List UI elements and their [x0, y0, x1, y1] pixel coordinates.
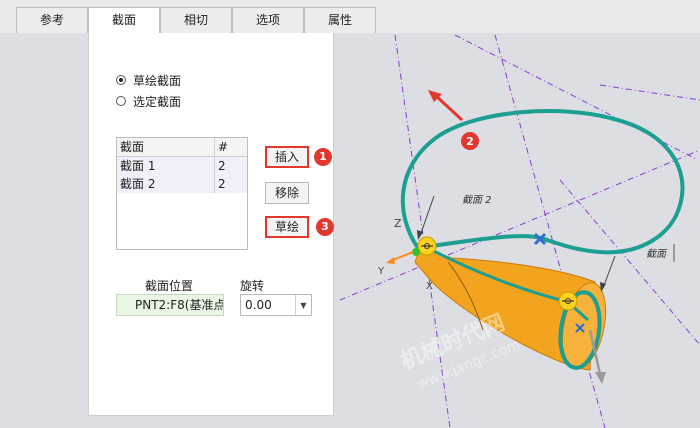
section-right-label: 截面 — [646, 248, 668, 260]
remove-button[interactable]: 移除 — [265, 182, 309, 204]
section-position-field[interactable]: PNT2:F8(基准点 — [116, 294, 224, 316]
col-section-header: 截面 — [117, 138, 215, 156]
section-2-label: 截面 2 — [462, 194, 492, 206]
radio-selected-sections[interactable]: 选定截面 — [116, 92, 181, 110]
count-cell: 2 — [218, 159, 226, 173]
sections-panel: 草绘截面 选定截面 截面 # 截面 1 2 截面 2 2 插入 1 移除 草绘 … — [88, 33, 334, 416]
section-list[interactable]: 截面 # 截面 1 2 截面 2 2 — [116, 137, 248, 250]
radio-checked-icon[interactable] — [116, 75, 126, 85]
rotation-value: 0.00 — [245, 298, 272, 312]
callout-3: 3 — [316, 218, 334, 236]
rotation-label: 旋转 — [240, 279, 265, 293]
insert-button[interactable]: 插入 — [265, 146, 309, 168]
callout-1: 1 — [314, 148, 332, 166]
table-row[interactable]: 截面 2 2 — [117, 175, 247, 193]
svg-text:2: 2 — [466, 135, 474, 148]
callout-arrow — [432, 92, 464, 122]
rotation-combo[interactable]: 0.00 ▼ — [240, 294, 312, 316]
datum-lines — [339, 34, 700, 428]
sketch-button[interactable]: 草绘 — [265, 216, 309, 238]
section-cell: 截面 1 — [117, 157, 215, 175]
section-2-curve — [400, 109, 685, 255]
table-row[interactable]: 截面 1 2 — [117, 157, 247, 175]
col-count-header: # — [218, 140, 229, 154]
radio-selected-label: 选定截面 — [133, 94, 182, 109]
count-cell: 2 — [218, 177, 226, 191]
z-axis-label: Z — [394, 217, 402, 230]
section-list-header: 截面 # — [117, 138, 247, 157]
x-axis-label: X — [426, 281, 433, 292]
section-position-label: 截面位置 — [145, 279, 194, 293]
chevron-down-icon[interactable]: ▼ — [295, 295, 311, 315]
y-axis-label: Y — [377, 266, 385, 277]
radio-sketched-label: 草绘截面 — [133, 73, 182, 88]
section-cell: 截面 2 — [117, 175, 215, 193]
radio-unchecked-icon[interactable] — [116, 96, 126, 106]
start-dot — [412, 248, 420, 256]
radio-sketched-sections[interactable]: 草绘截面 — [116, 71, 181, 89]
